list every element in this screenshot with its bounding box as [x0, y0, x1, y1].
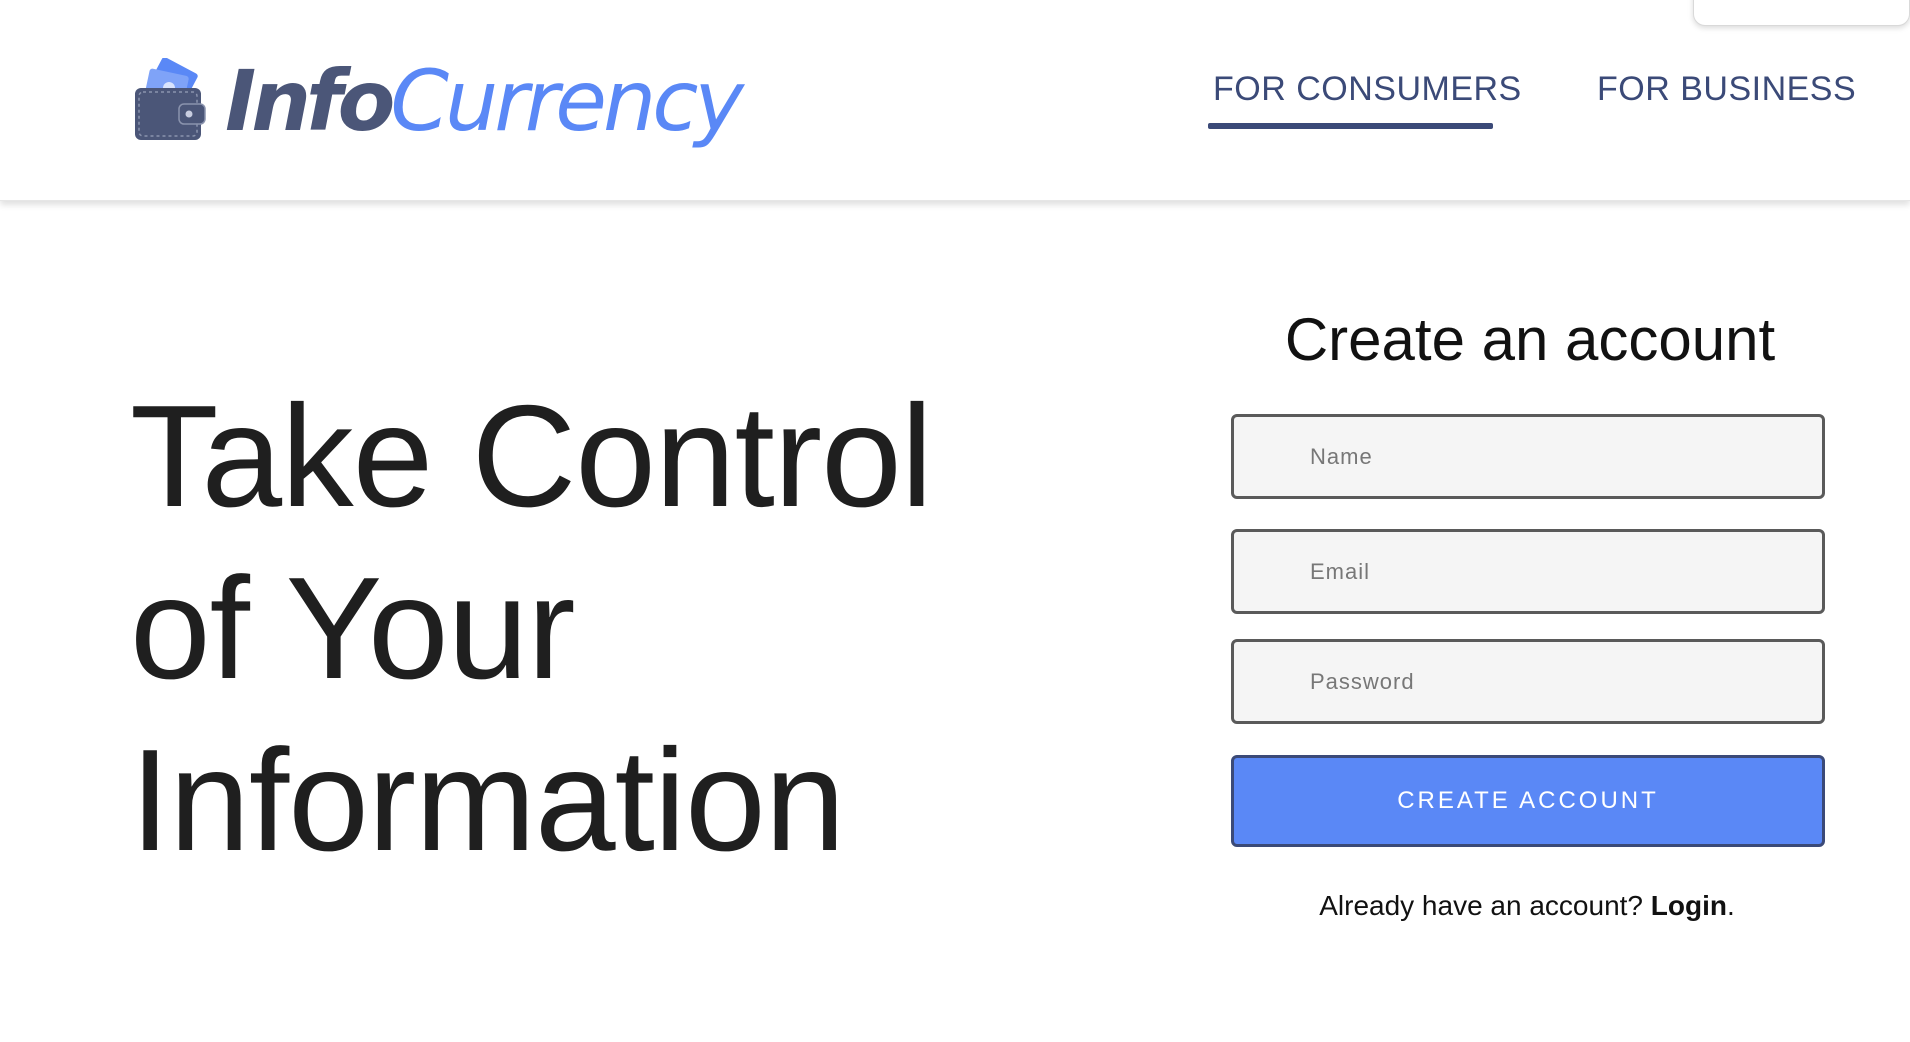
corner-popup — [1693, 0, 1910, 26]
form-title: Create an account — [1284, 306, 1776, 373]
logo-text-info: Info — [225, 52, 395, 150]
login-link[interactable]: Login — [1651, 890, 1727, 921]
hero-headline: Take Control of Your Information — [130, 370, 933, 886]
login-prompt-suffix: . — [1726, 890, 1735, 921]
logo-link[interactable]: Info Currency — [133, 46, 744, 156]
active-nav-underline — [1208, 123, 1493, 129]
wallet-icon — [135, 58, 206, 140]
create-account-button[interactable]: CREATE ACCOUNT — [1231, 755, 1825, 847]
site-header: Info Currency FOR CONSUMERS FOR BUSINESS — [0, 0, 1910, 201]
name-input[interactable] — [1231, 414, 1825, 499]
hero-line-1: Take Control — [130, 375, 933, 537]
nav-for-business[interactable]: FOR BUSINESS — [1597, 70, 1856, 109]
login-prompt: Already have an account? Login. — [1230, 890, 1824, 922]
nav-for-consumers[interactable]: FOR CONSUMERS — [1213, 70, 1522, 109]
logo-wordmark: Info Currency — [225, 52, 744, 150]
hero-line-3: Information — [130, 719, 845, 881]
logo-text-currency: Currency — [390, 52, 744, 150]
email-input[interactable] — [1231, 529, 1825, 614]
login-prompt-text: Already have an account? — [1319, 890, 1651, 921]
hero-line-2: of Your — [130, 547, 576, 709]
password-input[interactable] — [1231, 639, 1825, 724]
